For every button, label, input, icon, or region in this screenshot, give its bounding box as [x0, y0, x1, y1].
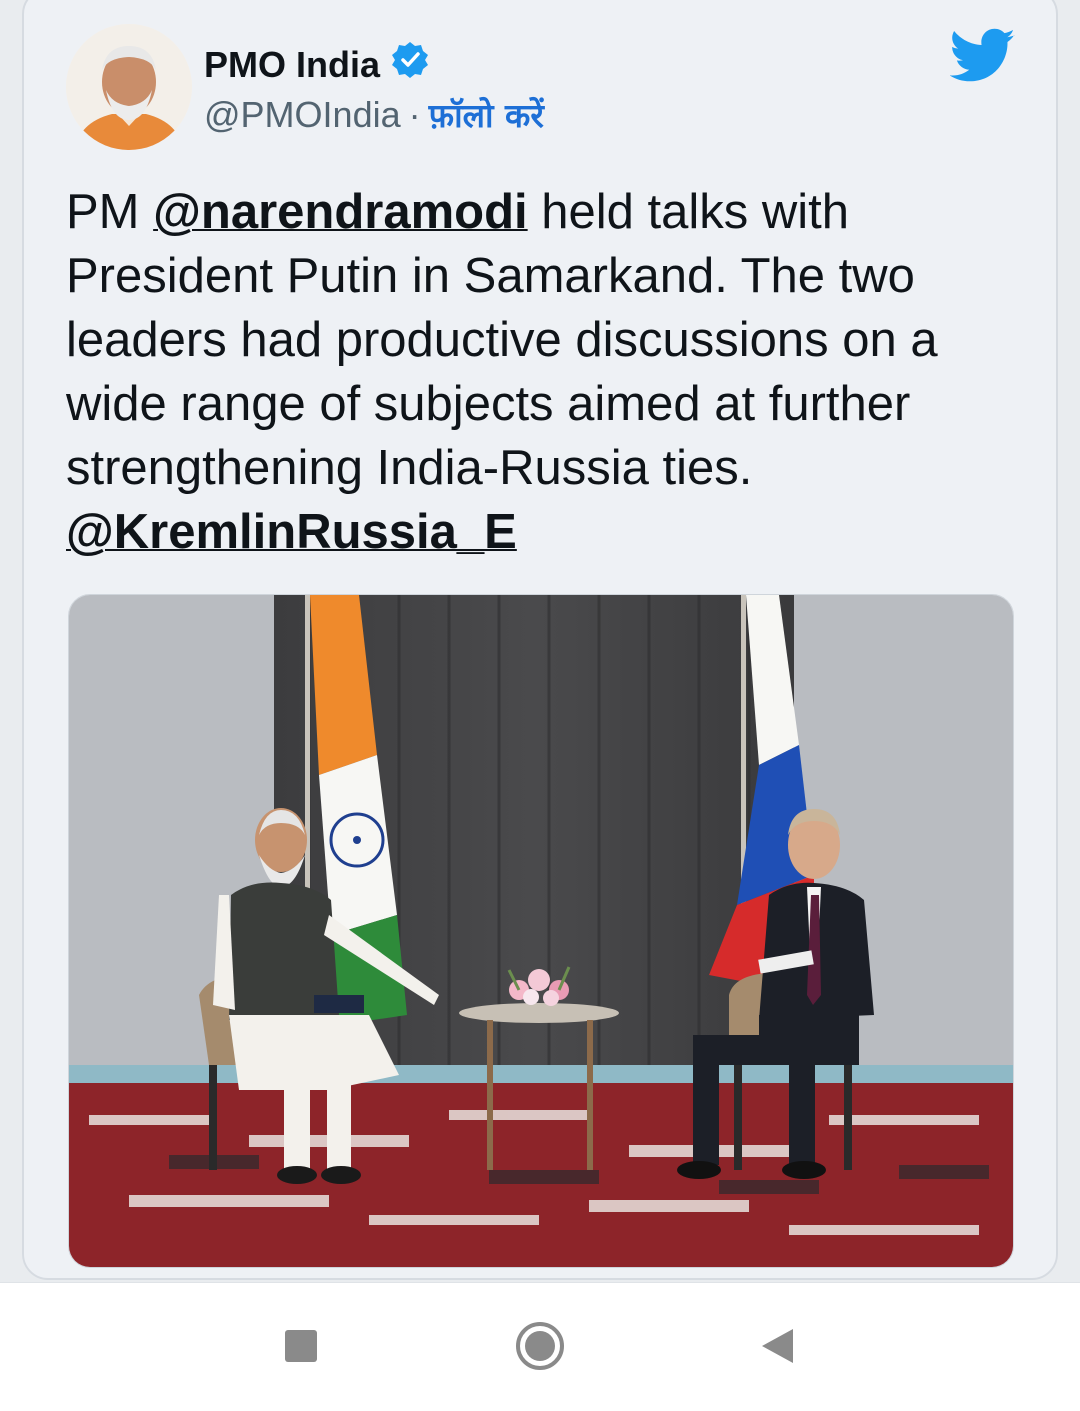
system-navigation-bar — [0, 1282, 1080, 1411]
separator: · — [408, 93, 421, 135]
tweet-text: PM @narendramodi held talks with Preside… — [66, 180, 1006, 564]
avatar[interactable] — [66, 24, 192, 150]
account-name[interactable]: PMO India — [204, 40, 430, 89]
account-handle[interactable]: @PMOIndia — [204, 94, 401, 136]
tweet-photo[interactable] — [68, 594, 1014, 1268]
photo-illustration — [69, 595, 1013, 1267]
account-name-text[interactable]: PMO India — [204, 44, 380, 86]
square-recents-icon[interactable] — [284, 1329, 318, 1368]
twitter-bird-icon[interactable] — [949, 28, 1016, 84]
triangle-back-icon[interactable] — [760, 1327, 794, 1370]
mention-kremlinrussia[interactable]: @KremlinRussia_E — [66, 505, 517, 559]
tweet-prefix: PM — [66, 185, 154, 239]
mention-narendramodi[interactable]: @narendramodi — [153, 185, 528, 239]
verified-badge-icon — [390, 40, 430, 89]
circle-home-icon[interactable] — [515, 1321, 565, 1376]
handle-row: @PMOIndia · फ़ॉलो करें — [204, 92, 544, 137]
follow-button[interactable]: फ़ॉलो करें — [429, 92, 544, 137]
